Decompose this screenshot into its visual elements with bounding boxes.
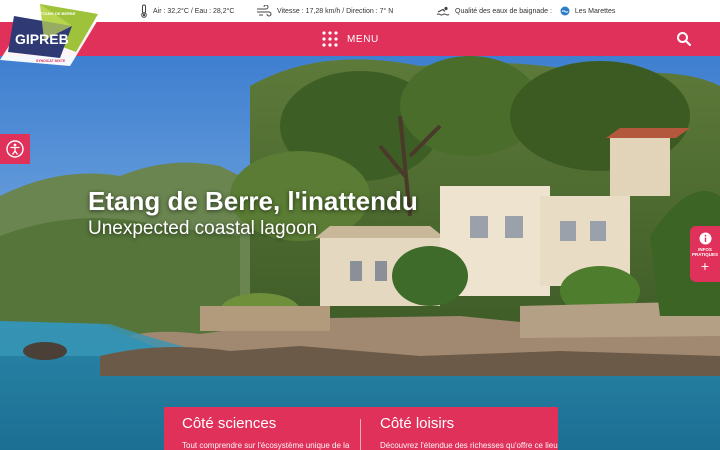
main-nav-bar: MENU	[0, 22, 720, 56]
card-title: Côté loisirs	[380, 415, 455, 432]
accessibility-icon	[6, 140, 24, 158]
card-divider	[360, 419, 361, 450]
swimmer-icon	[436, 6, 450, 16]
temperature-text: Air : 32,2°C / Eau : 28,2°C	[153, 7, 235, 15]
menu-label: MENU	[347, 33, 379, 45]
thermometer-icon	[141, 4, 147, 18]
infos-pratiques-button[interactable]: INFOS PRATIQUES +	[690, 226, 720, 282]
gipreb-logo[interactable]: ETANG DE BERRE GIPREB SYNDICAT MIXTE	[0, 0, 104, 70]
wind-icon	[257, 5, 272, 17]
plus-icon: +	[700, 258, 710, 274]
feature-cards: Côté sciences Tout comprendre sur l'écos…	[164, 407, 558, 450]
info-icon	[699, 232, 711, 245]
weather-temperature: Air : 32,2°C / Eau : 28,2°C	[140, 0, 234, 22]
hero-photo	[0, 56, 720, 450]
water-quality-icon	[560, 6, 570, 16]
logo-name: GIPREB	[15, 31, 69, 47]
infos-pratiques-label: INFOS PRATIQUES	[692, 247, 718, 257]
hero-banner: Etang de Berre, l'inattendu Unexpected c…	[0, 56, 720, 450]
bathing-label: Qualité des eaux de baignade :	[455, 7, 552, 15]
hero-subtitle: Unexpected coastal lagoon	[88, 218, 318, 239]
wind-text: Vitesse : 17,28 km/h / Direction : 7° N	[277, 7, 394, 15]
card-title: Côté sciences	[182, 415, 277, 432]
hero-title: Etang de Berre, l'inattendu	[88, 186, 418, 216]
card-cote-loisirs[interactable]: Côté loisirs Découvrez l'étendue des ric…	[380, 407, 558, 450]
card-text: Tout comprendre sur l'écosystème unique …	[182, 441, 350, 450]
grid-menu-icon	[322, 31, 338, 47]
card-cote-sciences[interactable]: Côté sciences Tout comprendre sur l'écos…	[182, 407, 352, 450]
card-text: Découvrez l'étendue des richesses qu'off…	[380, 441, 558, 450]
bathing-site[interactable]: Les Marettes	[575, 8, 615, 15]
search-icon[interactable]	[676, 31, 692, 47]
logo-line1: ETANG DE BERRE	[40, 11, 76, 16]
accessibility-button[interactable]	[0, 134, 30, 164]
weather-wind: Vitesse : 17,28 km/h / Direction : 7° N	[256, 0, 393, 22]
menu-button[interactable]: MENU	[322, 22, 379, 56]
logo-tagline: SYNDICAT MIXTE	[36, 59, 66, 63]
info-bar: Air : 32,2°C / Eau : 28,2°C Vitesse : 17…	[0, 0, 720, 22]
bathing-quality: Qualité des eaux de baignade : Les Maret…	[436, 0, 615, 22]
